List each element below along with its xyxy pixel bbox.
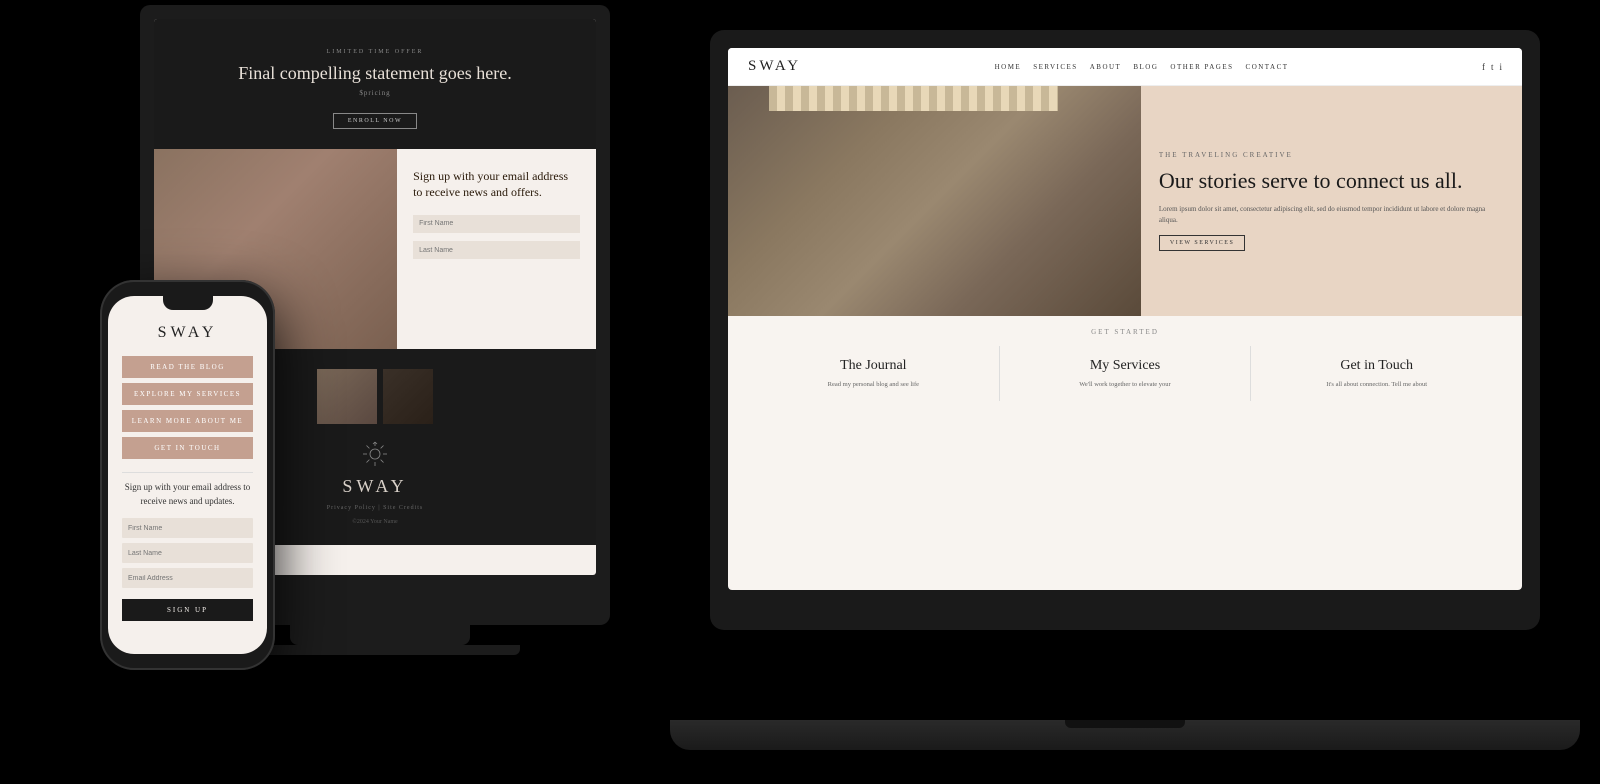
site-card-contact-body: It's all about connection. Tell me about — [1267, 380, 1486, 389]
phone-logo: SWAY — [158, 324, 218, 342]
phone-read-blog-button[interactable]: READ THE BLOG — [122, 356, 253, 378]
site-cards: The Journal Read my personal blog and se… — [748, 346, 1502, 401]
site-get-started: GET STARTED The Journal Read my personal… — [728, 316, 1522, 413]
monitor-form-area: Sign up with your email address to recei… — [397, 149, 596, 349]
monitor-first-name-input[interactable] — [413, 215, 580, 233]
site-card-journal[interactable]: The Journal Read my personal blog and se… — [748, 346, 1000, 401]
monitor-footer-image-1 — [317, 369, 377, 424]
site-hero-image — [728, 86, 1141, 316]
nav-about[interactable]: ABOUT — [1090, 63, 1122, 71]
site-card-contact-title: Get in Touch — [1267, 358, 1486, 374]
site-card-journal-body: Read my personal blog and see life — [764, 380, 983, 389]
phone-about-button[interactable]: LEARN MORE ABOUT ME — [122, 410, 253, 432]
site-view-services-button[interactable]: VIEW SERVICES — [1159, 235, 1245, 251]
laptop-base — [670, 720, 1580, 750]
nav-home[interactable]: HOME — [995, 63, 1022, 71]
monitor-form-heading: Sign up with your email address to recei… — [413, 169, 580, 200]
monitor-dark-section: LIMITED TIME OFFER Final compelling stat… — [154, 19, 596, 149]
nav-services[interactable]: SERVICES — [1033, 63, 1078, 71]
phone-contact-button[interactable]: GET IN TOUCH — [122, 437, 253, 459]
phone-bezel: SWAY READ THE BLOG EXPLORE MY SERVICES L… — [100, 280, 275, 670]
facebook-icon[interactable]: f — [1482, 62, 1485, 72]
phone-mockup: SWAY READ THE BLOG EXPLORE MY SERVICES L… — [100, 280, 285, 680]
phone-first-name-input[interactable] — [122, 518, 253, 538]
monitor-footer-images — [317, 369, 433, 424]
laptop-mockup: SWAY HOME SERVICES ABOUT BLOG OTHER PAGE… — [710, 30, 1580, 750]
site-hero: THE TRAVELING CREATIVE Our stories serve… — [728, 86, 1522, 316]
phone-divider — [122, 472, 253, 473]
site-get-started-label: GET STARTED — [748, 328, 1502, 336]
site-card-services-title: My Services — [1016, 358, 1235, 374]
site-hero-content: THE TRAVELING CREATIVE Our stories serve… — [1141, 86, 1522, 316]
phone-screen: SWAY READ THE BLOG EXPLORE MY SERVICES L… — [108, 296, 267, 654]
site-hero-eyebrow: THE TRAVELING CREATIVE — [1159, 151, 1504, 159]
site-hero-body: Lorem ipsum dolor sit amet, consectetur … — [1159, 204, 1504, 225]
monitor-subtext: $pricing — [174, 89, 576, 97]
site-hero-image-inner — [728, 86, 1141, 316]
site-card-journal-title: The Journal — [764, 358, 983, 374]
site-card-contact[interactable]: Get in Touch It's all about connection. … — [1251, 346, 1502, 401]
laptop-bezel: SWAY HOME SERVICES ABOUT BLOG OTHER PAGE… — [710, 30, 1540, 630]
nav-blog[interactable]: BLOG — [1133, 63, 1158, 71]
monitor-stand — [290, 625, 470, 645]
monitor-footer-links: Privacy Policy | Site Credits — [327, 505, 424, 511]
phone-last-name-input[interactable] — [122, 543, 253, 563]
phone-notch — [163, 296, 213, 310]
phone-email-input[interactable] — [122, 568, 253, 588]
monitor-footer-image-2 — [383, 369, 433, 424]
site-nav: SWAY HOME SERVICES ABOUT BLOG OTHER PAGE… — [728, 48, 1522, 86]
site-nav-links: HOME SERVICES ABOUT BLOG OTHER PAGES CON… — [995, 63, 1289, 71]
monitor-footer-logo: SWAY — [342, 476, 407, 497]
site-hero-heading: Our stories serve to connect us all. — [1159, 167, 1504, 195]
monitor-footer-copyright: ©2024 Your Name — [352, 519, 397, 525]
instagram-icon[interactable]: i — [1499, 62, 1502, 72]
monitor-enroll-button[interactable]: ENROLL NOW — [333, 113, 417, 129]
nav-other[interactable]: OTHER PAGES — [1170, 63, 1233, 71]
site-nav-logo: SWAY — [748, 58, 801, 75]
site-social-icons: f t i — [1482, 62, 1502, 72]
phone-sign-up-button[interactable]: SIGN UP — [122, 599, 253, 621]
nav-contact[interactable]: CONTACT — [1246, 63, 1289, 71]
phone-services-button[interactable]: EXPLORE MY SERVICES — [122, 383, 253, 405]
twitter-icon[interactable]: t — [1491, 62, 1494, 72]
laptop-screen: SWAY HOME SERVICES ABOUT BLOG OTHER PAGE… — [728, 48, 1522, 590]
monitor-sun-icon — [361, 440, 389, 468]
monitor-eyebrow: LIMITED TIME OFFER — [174, 49, 576, 55]
phone-signup-text: Sign up with your email address to recei… — [122, 481, 253, 508]
monitor-headline: Final compelling statement goes here. — [174, 63, 576, 84]
phone-content: SWAY READ THE BLOG EXPLORE MY SERVICES L… — [108, 296, 267, 654]
site-card-services[interactable]: My Services We'll work together to eleva… — [1000, 346, 1252, 401]
monitor-last-name-input[interactable] — [413, 241, 580, 259]
site-card-services-body: We'll work together to elevate your — [1016, 380, 1235, 389]
